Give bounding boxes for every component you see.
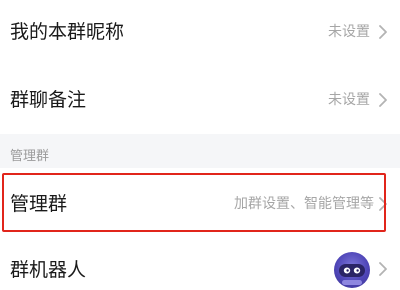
chevron-right-icon: [378, 196, 388, 212]
group-remark-row[interactable]: 群聊备注 未设置: [0, 66, 400, 134]
manage-group-value: 加群设置、智能管理等: [234, 196, 374, 212]
robot-avatar-icon: [334, 252, 370, 288]
manage-group-row[interactable]: 管理群 加群设置、智能管理等: [0, 168, 400, 240]
group-remark-value: 未设置: [328, 92, 370, 108]
group-nickname-label: 我的本群昵称: [10, 21, 125, 43]
group-remark-label: 群聊备注: [10, 89, 87, 111]
manage-group-label: 管理群: [10, 193, 68, 215]
group-nickname-row[interactable]: 我的本群昵称 未设置: [0, 0, 400, 66]
group-robot-label: 群机器人: [10, 259, 87, 281]
chevron-right-icon: [378, 92, 388, 108]
chevron-right-icon: [378, 261, 388, 277]
manage-section-title: 管理群: [10, 149, 50, 164]
group-robot-row[interactable]: 群机器人: [0, 240, 400, 290]
chevron-right-icon: [378, 24, 388, 40]
group-nickname-value: 未设置: [328, 24, 370, 40]
manage-section-header: 管理群: [0, 134, 400, 168]
